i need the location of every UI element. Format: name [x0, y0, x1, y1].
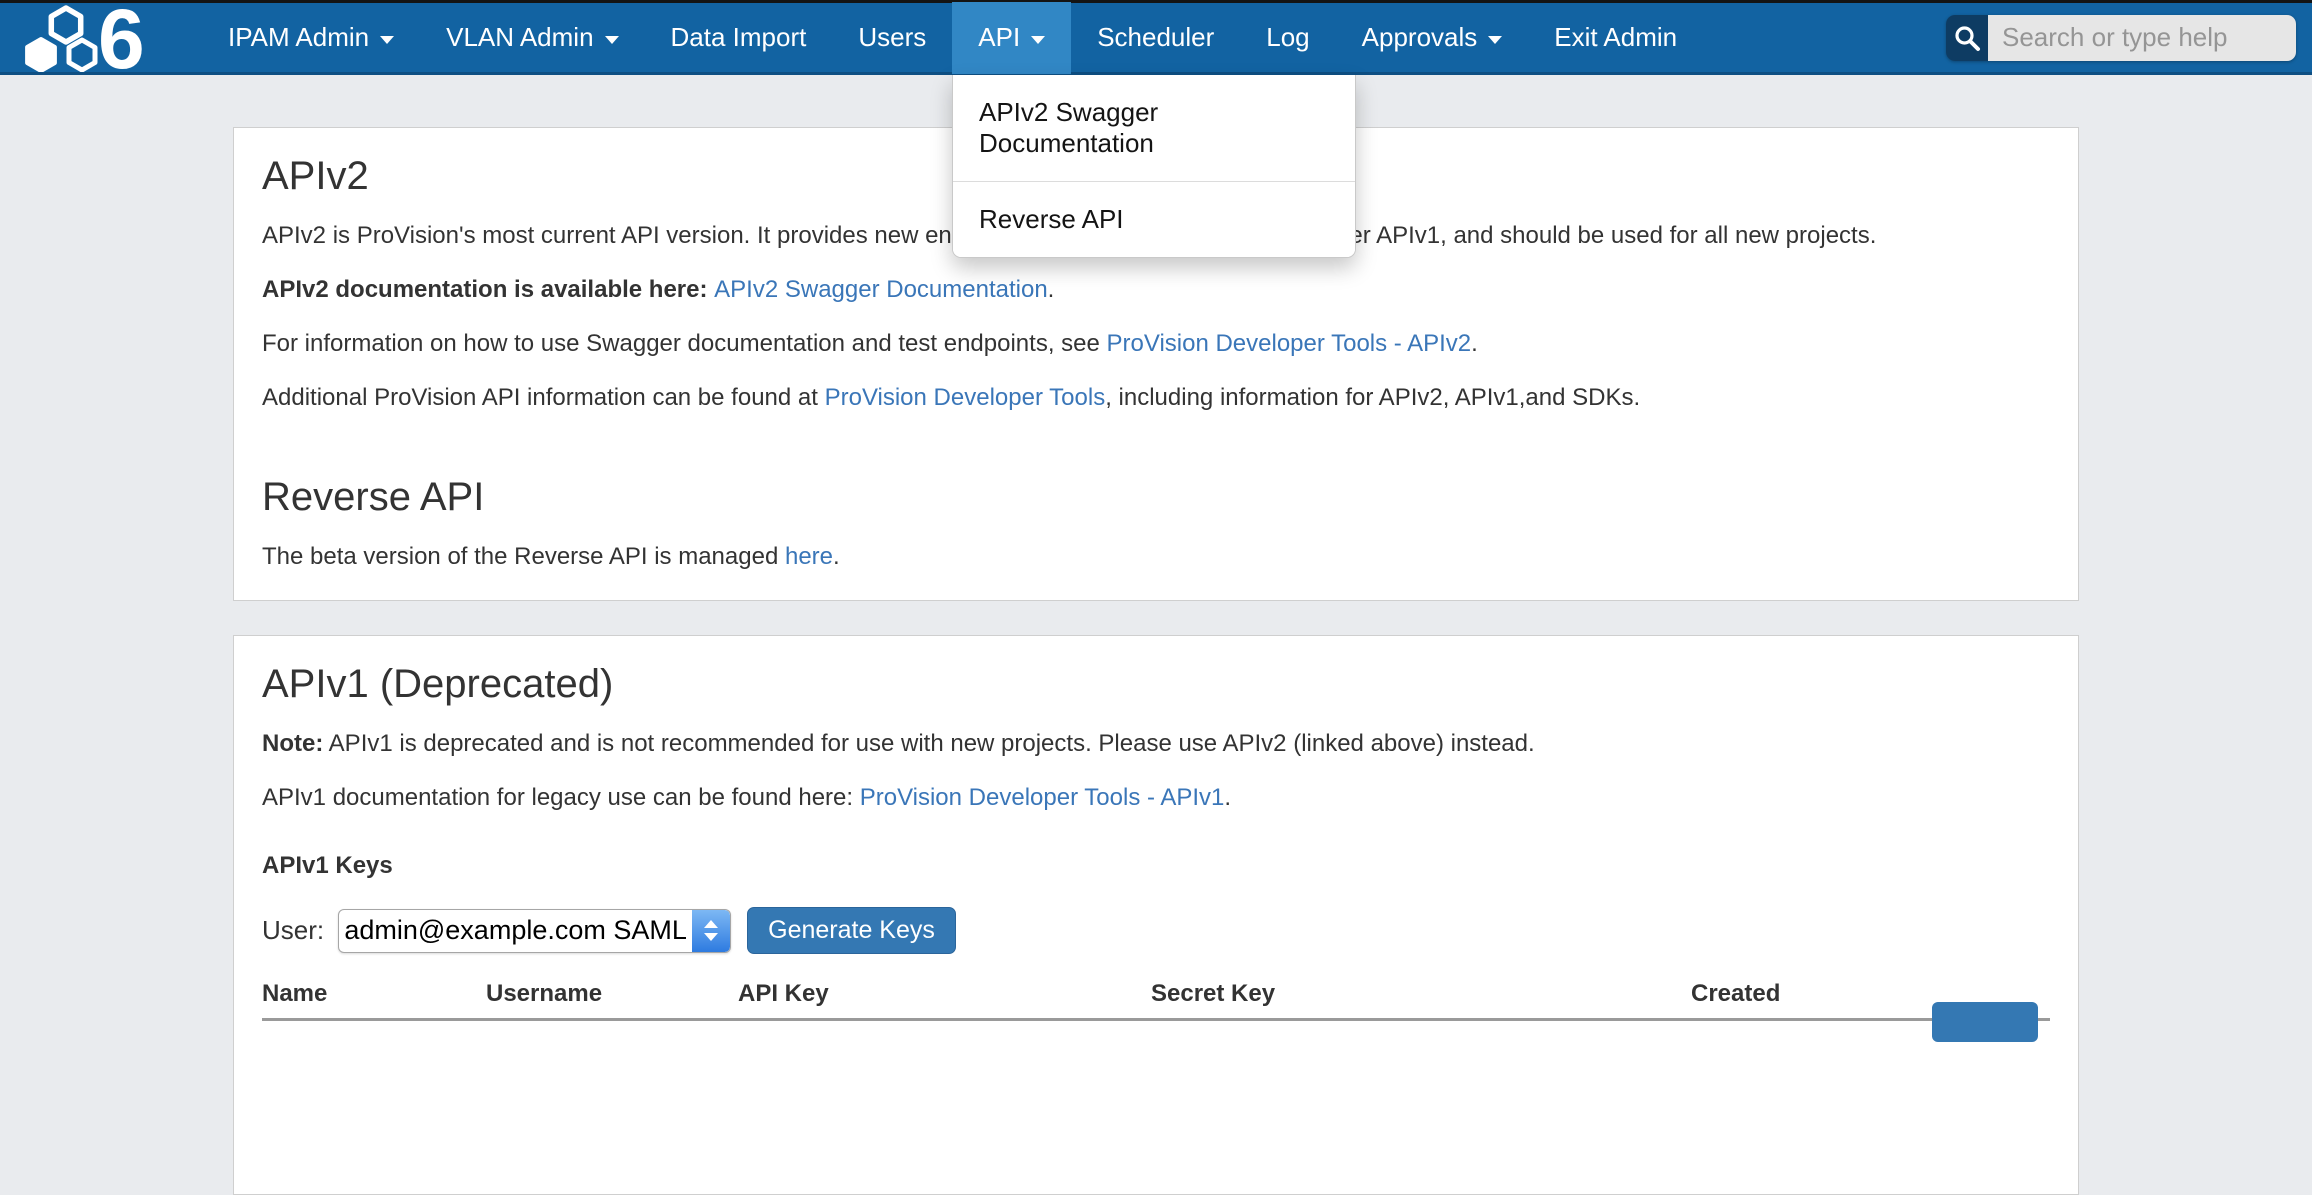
text-prefix: Additional ProVision API information can… [262, 384, 825, 411]
note-label: Note: [262, 730, 323, 757]
note-text: APIv1 is deprecated and is not recommend… [323, 730, 1534, 757]
chevron-down-icon [605, 36, 619, 44]
chevron-up-icon [704, 920, 718, 928]
logo-hexagons-6-icon: 6 [14, 4, 164, 72]
user-select[interactable]: admin@example.com SAML [338, 909, 731, 953]
user-select-value: admin@example.com SAML [339, 915, 692, 946]
apiv2-docs-line: APIv2 documentation is available here: A… [262, 273, 2050, 307]
select-stepper-icon [692, 910, 730, 952]
reverse-api-line: The beta version of the Reverse API is m… [262, 540, 2050, 574]
apiv2-swagger-doc-link[interactable]: APIv2 Swagger Documentation [714, 276, 1048, 303]
apiv1-card: APIv1 (Deprecated) Note: APIv1 is deprec… [233, 635, 2079, 1195]
text-prefix: The beta version of the Reverse API is m… [262, 543, 785, 570]
apiv1-note-line: Note: APIv1 is deprecated and is not rec… [262, 727, 2050, 761]
apiv1-keys-heading: APIv1 Keys [262, 849, 2050, 883]
user-key-controls: User: admin@example.com SAML Generate Ke… [262, 907, 2050, 954]
nav-item-ipam-admin[interactable]: IPAM Admin [202, 2, 420, 74]
text-prefix: APIv1 documentation for legacy use can b… [262, 784, 860, 811]
nav-item-data-import[interactable]: Data Import [645, 2, 833, 74]
additional-info-line: Additional ProVision API information can… [262, 381, 2050, 415]
column-header-username: Username [486, 980, 738, 1008]
nav-item-scheduler[interactable]: Scheduler [1071, 2, 1240, 74]
column-header-secret-key: Secret Key [1151, 980, 1691, 1008]
developer-tools-link[interactable]: ProVision Developer Tools [825, 384, 1106, 411]
search-input[interactable] [1988, 15, 2296, 61]
table-action-button-partial[interactable] [1932, 1002, 2038, 1042]
main-nav: IPAM Admin VLAN Admin Data Import Users [202, 2, 1703, 74]
text-suffix: . [1048, 276, 1055, 303]
text-prefix: For information on how to use Swagger do… [262, 330, 1107, 357]
text-suffix: . [1224, 784, 1231, 811]
api-dropdown-item-apiv2-swagger-documentation[interactable]: APIv2 Swagger Documentation [953, 75, 1355, 181]
apiv1-heading: APIv1 (Deprecated) [262, 662, 2050, 707]
svg-text:6: 6 [98, 4, 145, 72]
developer-tools-apiv2-link[interactable]: ProVision Developer Tools - APIv2 [1107, 330, 1472, 357]
column-header-api-key: API Key [738, 980, 1151, 1008]
main-content: APIv2 APIv2 is ProVision's most current … [0, 127, 2312, 1195]
search-icon [1952, 23, 1982, 53]
text-suffix: , including information for APIv2, APIv1… [1105, 384, 1640, 411]
user-label: User: [262, 915, 324, 946]
nav-item-log[interactable]: Log [1240, 2, 1335, 74]
nav-item-exit-admin[interactable]: Exit Admin [1528, 2, 1703, 74]
chevron-down-icon [1031, 36, 1045, 44]
api-keys-table-header: Name Username API Key Secret Key Created [262, 980, 2050, 1021]
nav-item-approvals[interactable]: Approvals [1336, 2, 1529, 74]
developer-tools-apiv1-link[interactable]: ProVision Developer Tools - APIv1 [860, 784, 1225, 811]
api-dropdown-item-reverse-api[interactable]: Reverse API [953, 181, 1355, 257]
generate-keys-button[interactable]: Generate Keys [747, 907, 956, 954]
chevron-down-icon [1488, 36, 1502, 44]
search-icon-button[interactable] [1946, 15, 1988, 61]
nav-item-users[interactable]: Users [832, 2, 952, 74]
text-suffix: . [833, 543, 840, 570]
api-dropdown: APIv2 Swagger Documentation Reverse API [952, 75, 1356, 258]
chevron-down-icon [380, 36, 394, 44]
reverse-api-here-link[interactable]: here [785, 543, 833, 570]
search-bar [1946, 15, 2296, 61]
text-suffix: . [1471, 330, 1478, 357]
chevron-down-icon [704, 933, 718, 941]
navbar: 6 IPAM Admin VLAN Admin Data Import [0, 3, 2312, 75]
swagger-info-line: For information on how to use Swagger do… [262, 327, 2050, 361]
apiv1-docs-line: APIv1 documentation for legacy use can b… [262, 781, 2050, 815]
reverse-api-heading: Reverse API [262, 475, 2050, 520]
nav-item-api[interactable]: API [952, 2, 1071, 74]
nav-item-vlan-admin[interactable]: VLAN Admin [420, 2, 644, 74]
apiv2-docs-label: APIv2 documentation is available here: [262, 276, 714, 303]
column-header-name: Name [262, 980, 486, 1008]
provision-logo[interactable]: 6 [14, 4, 164, 72]
nav-menu: IPAM Admin VLAN Admin Data Import Users [202, 2, 1703, 74]
